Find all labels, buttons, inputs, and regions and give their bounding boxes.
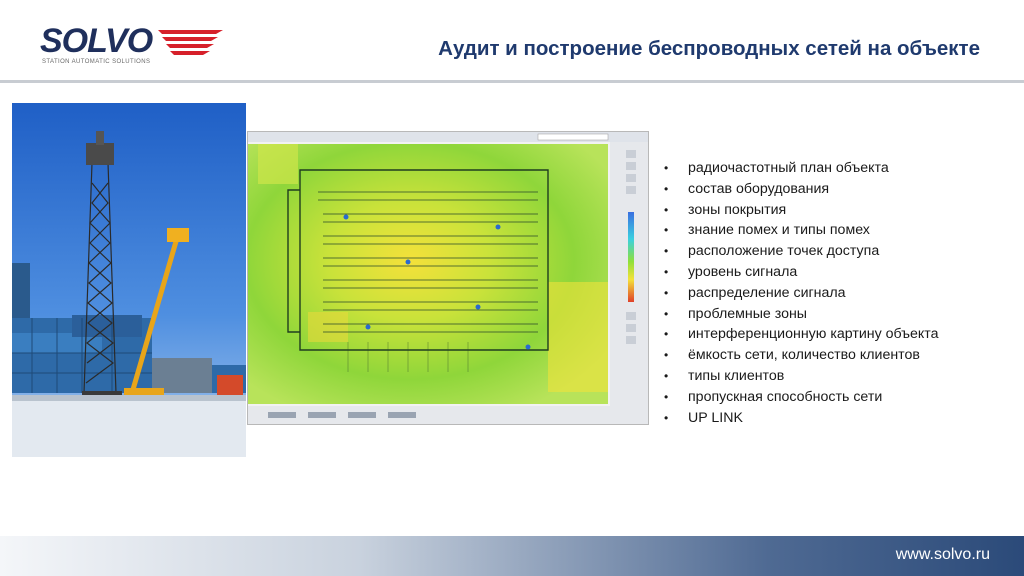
logo-wordmark: SOLVO <box>40 22 153 60</box>
bullet-icon: • <box>664 306 669 321</box>
list-item-text: состав оборудования <box>688 180 830 197</box>
list-item-text: уровень сигнала <box>688 263 798 280</box>
list-item: • уровень сигнала <box>662 262 1002 283</box>
list-item: • UP LINK <box>662 408 1002 429</box>
bullet-icon: • <box>664 389 669 404</box>
list-item: • пропускная способность сети <box>662 387 1002 408</box>
header-divider <box>0 80 1024 83</box>
list-item: • распределение сигнала <box>662 283 1002 304</box>
list-item: • знание помех и типы помех <box>662 220 1002 241</box>
list-item-text: ёмкость сети, количество клиентов <box>688 347 920 364</box>
heatmap-software-window <box>247 131 649 425</box>
bullet-icon: • <box>664 244 669 259</box>
list-item-text: зоны покрытия <box>688 201 787 218</box>
bullet-icon: • <box>664 348 669 363</box>
website-link[interactable]: www.solvo.ru <box>896 546 990 564</box>
list-item: • расположение точек доступа <box>662 241 1002 262</box>
list-item: • состав оборудования <box>662 179 1002 200</box>
list-item: • типы клиентов <box>662 366 1002 387</box>
coverage-heatmap <box>248 132 648 424</box>
list-item-text: интерференционную картину объекта <box>688 326 939 343</box>
list-item: • радиочастотный план объекта <box>662 158 1002 179</box>
page-title: Аудит и построение беспроводных сетей на… <box>438 37 980 60</box>
list-item-text: знание помех и типы помех <box>688 222 870 239</box>
feature-list: • радиочастотный план объекта • состав обо… <box>662 158 1002 428</box>
bullet-icon: • <box>664 202 669 217</box>
bullet-icon: • <box>664 410 669 425</box>
logo-subtitle: STATION AUTOMATIC SOLUTIONS <box>42 59 151 65</box>
list-item-text: UP LINK <box>688 409 743 426</box>
footer-bar: www.solvo.ru <box>0 536 1024 576</box>
bullet-icon: • <box>664 368 669 383</box>
list-item: • ёмкость сети, количество клиентов <box>662 345 1002 366</box>
bullet-icon: • <box>664 264 669 279</box>
bullet-icon: • <box>664 285 669 300</box>
bullet-icon: • <box>664 327 669 342</box>
list-item: • интерференционную картину объекта <box>662 324 1002 345</box>
list-item-text: проблемные зоны <box>688 305 808 322</box>
bullet-icon: • <box>664 181 669 196</box>
list-item-text: пропускная способность сети <box>688 388 883 405</box>
list-item-text: распределение сигнала <box>688 284 846 301</box>
bullet-icon: • <box>664 161 669 175</box>
bullet-icon: • <box>664 223 669 238</box>
tower-crane-photo <box>12 103 246 457</box>
list-item-text: расположение точек доступа <box>688 243 880 260</box>
list-item-text: типы клиентов <box>688 367 785 384</box>
list-item: • проблемные зоны <box>662 304 1002 325</box>
header: SOLVO STATION AUTOMATIC SOLUTIONS Аудит … <box>0 0 1024 80</box>
list-item: • зоны покрытия <box>662 200 1002 221</box>
list-item-text: радиочастотный план объекта <box>688 160 889 176</box>
